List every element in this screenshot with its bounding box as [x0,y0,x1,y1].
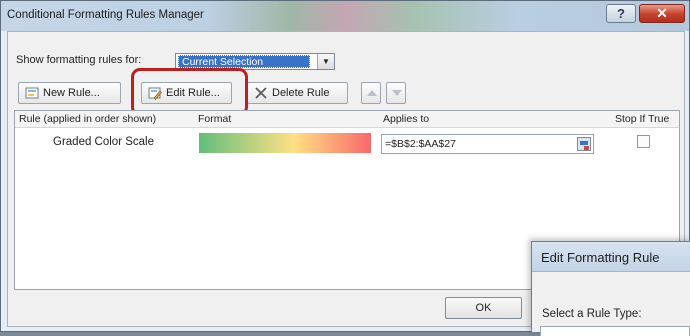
header-applies-to: Applies to [383,113,430,125]
edit-formatting-rule-dialog: Edit Formatting Rule Select a Rule Type: [531,241,690,336]
arrow-down-icon [392,90,402,96]
applies-to-value: =$B$2:$AA$27 [385,138,456,150]
table-row[interactable]: Graded Color Scale =$B$2:$AA$27 [15,130,679,156]
edit-dialog-title: Edit Formatting Rule [541,250,660,265]
header-rule: Rule (applied in order shown) [19,113,157,125]
applies-to-field[interactable]: =$B$2:$AA$27 [381,134,594,154]
rules-manager-dialog: Conditional Formatting Rules Manager ? ✕… [0,0,690,336]
move-down-button[interactable] [386,82,406,104]
title-bar: Conditional Formatting Rules Manager ? ✕ [1,1,689,31]
rule-name: Graded Color Scale [53,136,154,148]
show-rules-selected-value: Current Selection [178,55,310,68]
new-rule-icon [25,87,39,99]
range-picker-icon[interactable] [577,137,591,151]
arrow-up-icon [367,90,377,96]
close-button[interactable]: ✕ [639,4,685,23]
header-stop-if-true: Stop If True [615,113,670,125]
dialog-title: Conditional Formatting Rules Manager [7,9,204,21]
delete-rule-label: Delete Rule [272,87,330,99]
edit-dialog-title-bar: Edit Formatting Rule [532,242,690,272]
ok-button[interactable]: OK [445,297,522,319]
help-button[interactable]: ? [606,4,636,23]
move-up-button[interactable] [361,82,381,104]
stop-if-true-checkbox[interactable] [637,135,650,148]
rule-type-list[interactable] [540,326,690,336]
color-scale-preview [199,133,371,153]
new-rule-button[interactable]: New Rule... [18,82,121,104]
rule-type-label: Select a Rule Type: [542,308,642,320]
header-format: Format [198,113,232,125]
delete-rule-button[interactable]: Delete Rule [247,82,348,104]
rules-table-header: Rule (applied in order shown) Format App… [15,111,679,128]
show-rules-label: Show formatting rules for: [16,54,142,66]
delete-x-icon [255,87,267,99]
edit-rule-highlight [131,68,248,116]
new-rule-label: New Rule... [43,87,100,99]
chevron-down-icon[interactable]: ▼ [317,54,334,69]
